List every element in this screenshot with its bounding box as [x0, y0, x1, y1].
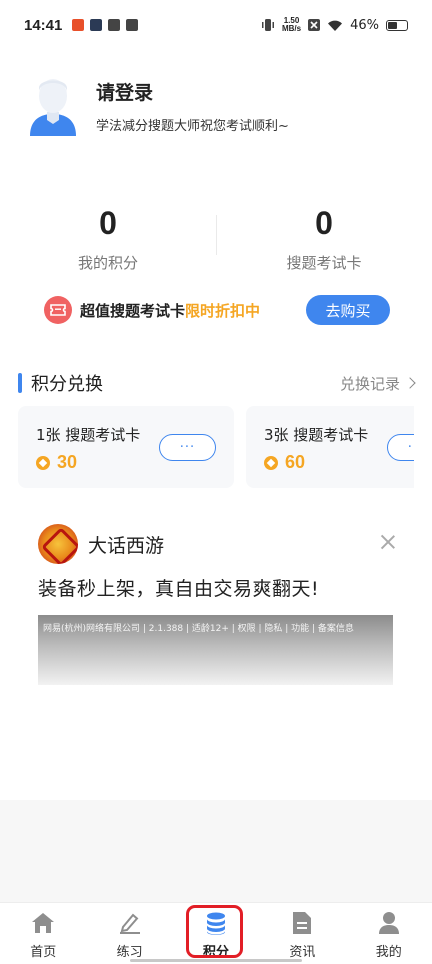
- exchange-card[interactable]: 1张 搜题考试卡 30 ···: [18, 406, 234, 488]
- exchange-cards[interactable]: 1张 搜题考试卡 30 ··· 3张 搜题考试卡 60 ···: [18, 406, 414, 488]
- exchange-section-header: 积分兑换 兑换记录: [18, 370, 416, 396]
- ad-image[interactable]: 网易(杭州)网络有限公司 | 2.1.388 | 适龄12+ | 权限 | 隐私…: [38, 615, 393, 685]
- section-title: 积分兑换: [31, 374, 103, 395]
- notification-app-icon: [72, 19, 85, 31]
- tab-practice[interactable]: 练习: [86, 903, 172, 964]
- exchange-records-link[interactable]: 兑换记录: [339, 373, 416, 394]
- battery-icon: [386, 19, 408, 31]
- status-left: 14:41: [24, 16, 139, 34]
- stats-divider: [216, 215, 217, 255]
- card-title: 3张 搜题考试卡: [264, 426, 369, 444]
- stat-exam-cards[interactable]: 0 搜题考试卡: [216, 205, 432, 273]
- tab-mine[interactable]: 我的: [346, 903, 432, 964]
- close-icon[interactable]: [380, 534, 396, 550]
- card-points-value: 30: [57, 452, 78, 472]
- login-title[interactable]: 请登录: [96, 78, 289, 105]
- ad-card[interactable]: 大话西游 装备秒上架，真自由交易爽翻天! 网易(杭州)网络有限公司 | 2.1.…: [38, 524, 398, 685]
- stat-points[interactable]: 0 我的积分: [0, 205, 216, 273]
- login-subtitle: 学法减分搜题大师祝您考试顺利~: [96, 119, 289, 134]
- exchange-card[interactable]: 3张 搜题考试卡 60 ···: [246, 406, 414, 488]
- exam-cards-value: 0: [315, 205, 333, 241]
- exchange-records-label: 兑换记录: [339, 374, 400, 393]
- promo-banner: 超值搜题考试卡 限时折扣中 去购买: [44, 294, 390, 326]
- no-sim-icon: [308, 19, 321, 31]
- default-avatar-icon: [30, 79, 76, 136]
- promo-text: 超值搜题考试卡: [80, 301, 186, 320]
- ad-header: 大话西游: [38, 524, 398, 564]
- tab-home[interactable]: 首页: [0, 903, 86, 964]
- chevron-right-icon: [404, 377, 416, 389]
- exchange-button[interactable]: ···: [159, 434, 216, 461]
- exam-cards-label: 搜题考试卡: [286, 254, 362, 272]
- content-bottom-area: [0, 800, 432, 902]
- buy-button[interactable]: 去购买: [306, 295, 390, 325]
- ad-app-name: 大话西游: [88, 534, 165, 557]
- card-title: 1张 搜题考试卡: [36, 426, 141, 444]
- tab-label: 我的: [375, 945, 402, 960]
- ad-headline: 装备秒上架，真自由交易爽翻天!: [38, 578, 320, 600]
- battery-percent: 46%: [350, 17, 379, 33]
- vibrate-icon: [261, 19, 274, 31]
- user-icon: [376, 911, 402, 935]
- tab-label: 首页: [30, 945, 57, 960]
- active-tab-highlight: [186, 905, 243, 958]
- coin-icon: [36, 455, 50, 470]
- notification-box-icon: [108, 19, 121, 31]
- card-points-value: 60: [285, 452, 306, 472]
- pencil-icon: [117, 911, 143, 935]
- net-speed-unit: MB/s: [281, 24, 302, 33]
- notification-play-icon: [90, 19, 103, 31]
- stats-row: 0 我的积分 0 搜题考试卡: [0, 205, 432, 273]
- ticket-icon: [44, 296, 72, 324]
- promo-highlight: 限时折扣中: [185, 301, 261, 320]
- section-title-wrap: 积分兑换: [18, 370, 103, 396]
- tab-label: 练习: [116, 945, 143, 960]
- tab-label: 资讯: [289, 945, 316, 960]
- points-value: 0: [99, 205, 117, 241]
- coin-icon: [264, 455, 278, 470]
- notification-mail-icon: [126, 19, 139, 31]
- ad-meta: 网易(杭州)网络有限公司 | 2.1.388 | 适龄12+ | 权限 | 隐私…: [43, 624, 354, 634]
- profile-text: 请登录 学法减分搜题大师祝您考试顺利~: [96, 78, 289, 134]
- section-accent-bar: [18, 373, 22, 393]
- wifi-icon: [328, 20, 343, 31]
- home-icon: [30, 911, 56, 935]
- card-points: 60: [264, 452, 305, 473]
- status-time: 14:41: [24, 16, 63, 34]
- avatar[interactable]: [26, 76, 80, 136]
- tab-news[interactable]: 资讯: [259, 903, 345, 964]
- ad-app-logo: [38, 524, 78, 564]
- status-bar: 14:41 1.50 MB/s 46%: [0, 0, 432, 50]
- status-right: 1.50 MB/s 46%: [261, 17, 408, 33]
- document-icon: [289, 911, 315, 935]
- home-indicator[interactable]: [130, 959, 302, 962]
- exchange-button[interactable]: ···: [387, 434, 414, 461]
- points-label: 我的积分: [77, 254, 138, 272]
- profile-header[interactable]: 请登录 学法减分搜题大师祝您考试顺利~: [26, 76, 289, 136]
- net-speed: 1.50 MB/s: [282, 17, 301, 33]
- card-points: 30: [36, 452, 77, 473]
